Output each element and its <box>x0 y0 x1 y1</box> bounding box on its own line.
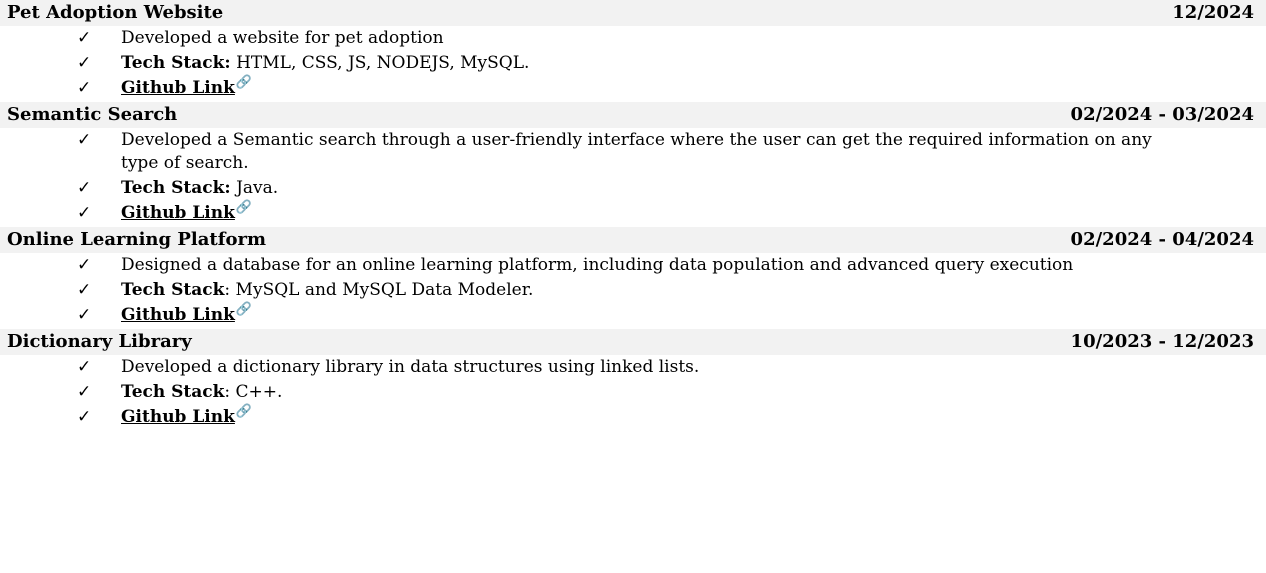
project-entry: Pet Adoption Website 12/2024 ✓ Developed… <box>0 0 1266 100</box>
description-text: Developed a website for pet adoption <box>121 28 444 48</box>
bullet-github: ✓ Github Link🔗 <box>0 75 1266 100</box>
github-link[interactable]: Github Link <box>121 305 235 325</box>
link-icon: 🔗 <box>235 75 253 91</box>
bullet-github: ✓ Github Link🔗 <box>0 302 1266 327</box>
project-date: 02/2024 - 03/2024 <box>1070 104 1254 125</box>
checkmark-icon: ✓ <box>77 78 92 98</box>
checkmark-icon: ✓ <box>77 203 92 223</box>
project-date: 12/2024 <box>1172 2 1254 23</box>
project-title: Pet Adoption Website <box>7 2 224 23</box>
checkmark-icon: ✓ <box>77 382 92 402</box>
checkmark-icon: ✓ <box>77 255 92 275</box>
project-entry: Online Learning Platform 02/2024 - 04/20… <box>0 227 1266 327</box>
bullet-description: ✓ Designed a database for an online lear… <box>0 254 1266 277</box>
project-header: Semantic Search 02/2024 - 03/2024 <box>0 102 1266 128</box>
tech-stack-label: Tech Stack <box>121 280 225 300</box>
link-icon: 🔗 <box>235 404 253 420</box>
bullet-description: ✓ Developed a website for pet adoption <box>0 27 1266 50</box>
tech-stack-label: Tech Stack: <box>121 178 231 198</box>
bullet-github: ✓ Github Link🔗 <box>0 200 1266 225</box>
github-link[interactable]: Github Link <box>121 407 235 427</box>
tech-stack-value: : MySQL and MySQL Data Modeler. <box>224 280 534 300</box>
project-header: Dictionary Library 10/2023 - 12/2023 <box>0 329 1266 355</box>
bullet-description: ✓ Developed a Semantic search through a … <box>0 129 1266 175</box>
bullet-tech-stack: ✓ Tech Stack: HTML, CSS, JS, NODEJS, MyS… <box>0 52 1266 75</box>
projects-section: Pet Adoption Website 12/2024 ✓ Developed… <box>0 0 1266 431</box>
description-text: Developed a Semantic search through a us… <box>121 130 1152 173</box>
bullet-description: ✓ Developed a dictionary library in data… <box>0 356 1266 379</box>
tech-stack-value: Java. <box>230 178 279 198</box>
bullet-tech-stack: ✓ Tech Stack: MySQL and MySQL Data Model… <box>0 279 1266 302</box>
bullet-tech-stack: ✓ Tech Stack: C++. <box>0 381 1266 404</box>
checkmark-icon: ✓ <box>77 28 92 48</box>
tech-stack-label: Tech Stack: <box>121 53 231 73</box>
project-title: Online Learning Platform <box>7 229 266 250</box>
tech-stack-label: Tech Stack <box>121 382 225 402</box>
project-title: Semantic Search <box>7 104 178 125</box>
project-header: Online Learning Platform 02/2024 - 04/20… <box>0 227 1266 253</box>
project-header: Pet Adoption Website 12/2024 <box>0 0 1266 26</box>
project-bullets: ✓ Developed a dictionary library in data… <box>0 356 1266 429</box>
bullet-github: ✓ Github Link🔗 <box>0 404 1266 429</box>
checkmark-icon: ✓ <box>77 280 92 300</box>
project-bullets: ✓ Designed a database for an online lear… <box>0 254 1266 327</box>
github-link[interactable]: Github Link <box>121 78 235 98</box>
project-date: 02/2024 - 04/2024 <box>1070 229 1254 250</box>
project-bullets: ✓ Developed a website for pet adoption ✓… <box>0 27 1266 100</box>
checkmark-icon: ✓ <box>77 130 92 150</box>
tech-stack-value: : C++. <box>224 382 283 402</box>
description-text: Developed a dictionary library in data s… <box>121 357 700 377</box>
checkmark-icon: ✓ <box>77 305 92 325</box>
project-bullets: ✓ Developed a Semantic search through a … <box>0 129 1266 225</box>
checkmark-icon: ✓ <box>77 407 92 427</box>
description-text: Designed a database for an online learni… <box>121 255 1074 275</box>
project-title: Dictionary Library <box>7 331 192 352</box>
project-date: 10/2023 - 12/2023 <box>1070 331 1254 352</box>
checkmark-icon: ✓ <box>77 357 92 377</box>
link-icon: 🔗 <box>235 302 253 318</box>
checkmark-icon: ✓ <box>77 178 92 198</box>
link-icon: 🔗 <box>235 200 253 216</box>
tech-stack-value: HTML, CSS, JS, NODEJS, MySQL. <box>230 53 530 73</box>
project-entry: Dictionary Library 10/2023 - 12/2023 ✓ D… <box>0 329 1266 429</box>
checkmark-icon: ✓ <box>77 53 92 73</box>
bullet-tech-stack: ✓ Tech Stack: Java. <box>0 177 1266 200</box>
github-link[interactable]: Github Link <box>121 203 235 223</box>
project-entry: Semantic Search 02/2024 - 03/2024 ✓ Deve… <box>0 102 1266 225</box>
